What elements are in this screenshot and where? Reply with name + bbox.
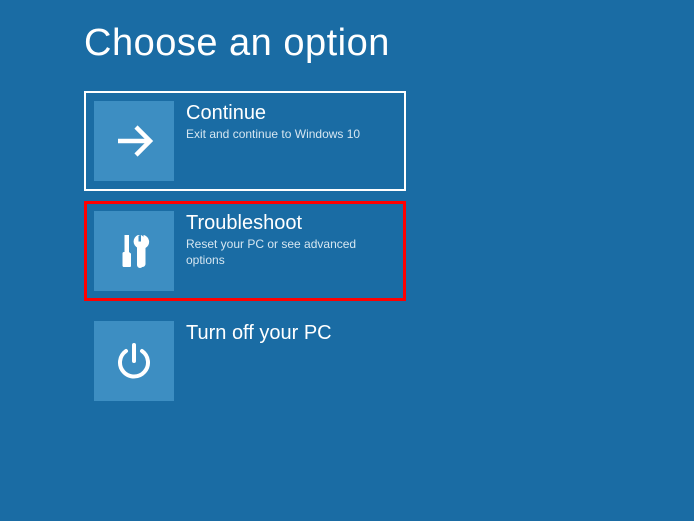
- continue-tile[interactable]: Continue Exit and continue to Windows 10: [84, 91, 406, 191]
- continue-text: Continue Exit and continue to Windows 10: [186, 101, 360, 143]
- arrow-right-icon: [94, 101, 174, 181]
- troubleshoot-title: Troubleshoot: [186, 211, 396, 235]
- troubleshoot-text: Troubleshoot Reset your PC or see advanc…: [186, 211, 396, 268]
- options-list: Continue Exit and continue to Windows 10: [84, 91, 694, 411]
- troubleshoot-tile[interactable]: Troubleshoot Reset your PC or see advanc…: [84, 201, 406, 301]
- power-icon: [94, 321, 174, 401]
- turnoff-title: Turn off your PC: [186, 321, 332, 345]
- continue-title: Continue: [186, 101, 360, 125]
- troubleshoot-desc: Reset your PC or see advanced options: [186, 237, 396, 268]
- tools-icon: [94, 211, 174, 291]
- continue-desc: Exit and continue to Windows 10: [186, 127, 360, 143]
- page-title: Choose an option: [84, 22, 694, 65]
- turnoff-text: Turn off your PC: [186, 321, 332, 347]
- turnoff-tile[interactable]: Turn off your PC: [84, 311, 406, 411]
- choose-option-screen: Choose an option Continue Exit and conti…: [0, 0, 694, 411]
